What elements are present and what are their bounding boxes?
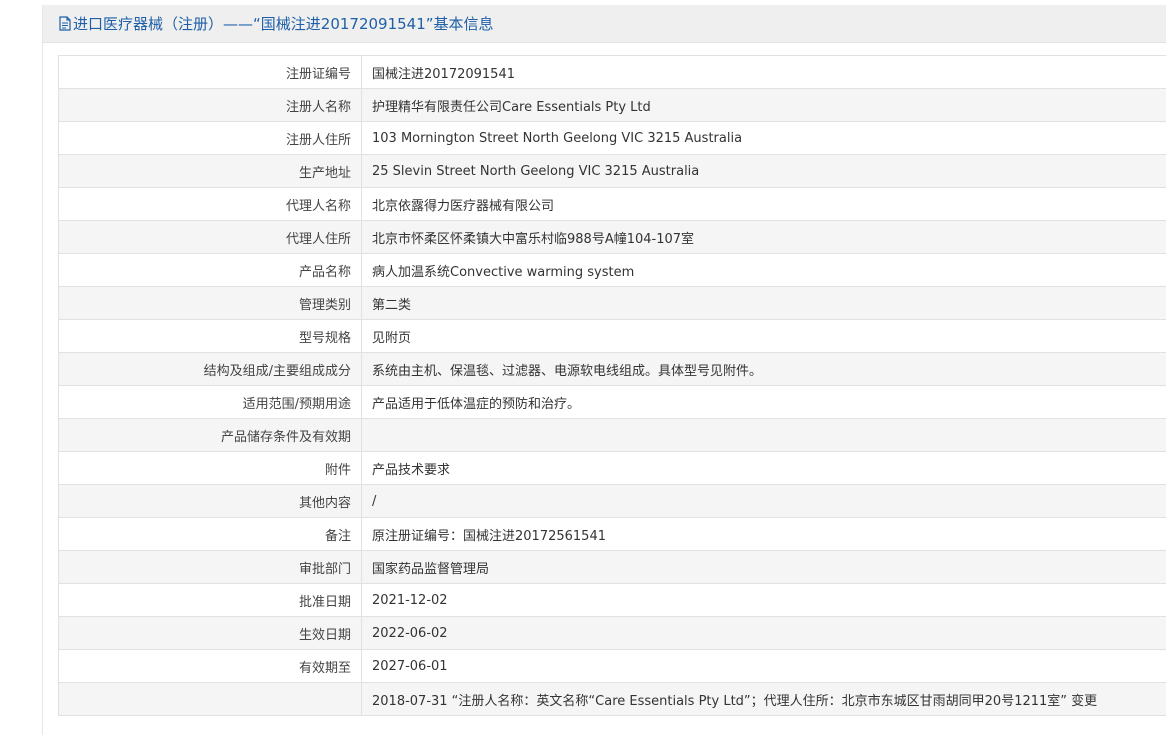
row-value: 国家药品监督管理局 (361, 550, 1166, 584)
row-label: 其他内容 (58, 484, 362, 518)
table-row: 注册证编号 国械注进20172091541 (58, 55, 1166, 89)
info-panel: 进口医疗器械（注册）——“国械注进20172091541”基本信息 注册证编号 … (42, 5, 1166, 735)
row-label: 结构及组成/主要组成成分 (58, 352, 362, 386)
table-row: 管理类别 第二类 (58, 286, 1166, 320)
table-row: 有效期至 2027-06-01 (58, 649, 1166, 683)
table-row: 产品储存条件及有效期 (58, 418, 1166, 452)
table-row: 附件 产品技术要求 (58, 451, 1166, 485)
row-label: 注册人住所 (58, 121, 362, 155)
row-label: 型号规格 (58, 319, 362, 353)
row-label: 代理人住所 (58, 220, 362, 254)
row-value: 北京依露得力医疗器械有限公司 (361, 187, 1166, 221)
row-label: 管理类别 (58, 286, 362, 320)
table-row: 结构及组成/主要组成成分 系统由主机、保温毯、过滤器、电源软电线组成。具体型号见… (58, 352, 1166, 386)
table-row: 注册人住所 103 Mornington Street North Geelon… (58, 121, 1166, 155)
row-value: / (361, 484, 1166, 518)
row-label: 产品储存条件及有效期 (58, 418, 362, 452)
row-value: 2022-06-02 (361, 616, 1166, 650)
row-label: 生产地址 (58, 154, 362, 188)
row-label: 附件 (58, 451, 362, 485)
row-label: 注册人名称 (58, 88, 362, 122)
row-label: 产品名称 (58, 253, 362, 287)
row-value: 第二类 (361, 286, 1166, 320)
table-row: 产品名称 病人加温系统Convective warming system (58, 253, 1166, 287)
row-value: 产品适用于低体温症的预防和治疗。 (361, 385, 1166, 419)
table-row: 2018-07-31 “注册人名称：英文名称“Care Essentials P… (58, 682, 1166, 716)
table-row: 适用范围/预期用途 产品适用于低体温症的预防和治疗。 (58, 385, 1166, 419)
info-table: 注册证编号 国械注进20172091541 注册人名称 护理精华有限责任公司Ca… (58, 55, 1166, 716)
row-value: 25 Slevin Street North Geelong VIC 3215 … (361, 154, 1166, 188)
row-value: 国械注进20172091541 (361, 55, 1166, 89)
row-value: 护理精华有限责任公司Care Essentials Pty Ltd (361, 88, 1166, 122)
row-label: 审批部门 (58, 550, 362, 584)
page: 进口医疗器械（注册）——“国械注进20172091541”基本信息 注册证编号 … (0, 0, 1166, 735)
row-label: 批准日期 (58, 583, 362, 617)
row-value: 2018-07-31 “注册人名称：英文名称“Care Essentials P… (361, 682, 1166, 716)
row-value: 2027-06-01 (361, 649, 1166, 683)
table-row: 批准日期 2021-12-02 (58, 583, 1166, 617)
row-label: 注册证编号 (58, 55, 362, 89)
table-row: 其他内容 / (58, 484, 1166, 518)
table-row: 生效日期 2022-06-02 (58, 616, 1166, 650)
row-value: 产品技术要求 (361, 451, 1166, 485)
table-row: 注册人名称 护理精华有限责任公司Care Essentials Pty Ltd (58, 88, 1166, 122)
row-value: 103 Mornington Street North Geelong VIC … (361, 121, 1166, 155)
table-row: 代理人住所 北京市怀柔区怀柔镇大中富乐村临988号A幢104-107室 (58, 220, 1166, 254)
document-icon (59, 16, 71, 31)
row-value: 原注册证编号：国械注进20172561541 (361, 517, 1166, 551)
row-value: 病人加温系统Convective warming system (361, 253, 1166, 287)
row-label: 代理人名称 (58, 187, 362, 221)
panel-header: 进口医疗器械（注册）——“国械注进20172091541”基本信息 (43, 5, 1166, 43)
row-label: 有效期至 (58, 649, 362, 683)
page-title: 进口医疗器械（注册）——“国械注进20172091541”基本信息 (73, 15, 494, 33)
row-label (58, 682, 362, 716)
row-label: 备注 (58, 517, 362, 551)
table-row: 备注 原注册证编号：国械注进20172561541 (58, 517, 1166, 551)
row-value: 系统由主机、保温毯、过滤器、电源软电线组成。具体型号见附件。 (361, 352, 1166, 386)
row-value: 北京市怀柔区怀柔镇大中富乐村临988号A幢104-107室 (361, 220, 1166, 254)
table-row: 代理人名称 北京依露得力医疗器械有限公司 (58, 187, 1166, 221)
table-row: 审批部门 国家药品监督管理局 (58, 550, 1166, 584)
row-label: 生效日期 (58, 616, 362, 650)
row-value: 2021-12-02 (361, 583, 1166, 617)
row-label: 适用范围/预期用途 (58, 385, 362, 419)
table-row: 型号规格 见附页 (58, 319, 1166, 353)
row-value (361, 418, 1166, 452)
row-value: 见附页 (361, 319, 1166, 353)
table-row: 生产地址 25 Slevin Street North Geelong VIC … (58, 154, 1166, 188)
